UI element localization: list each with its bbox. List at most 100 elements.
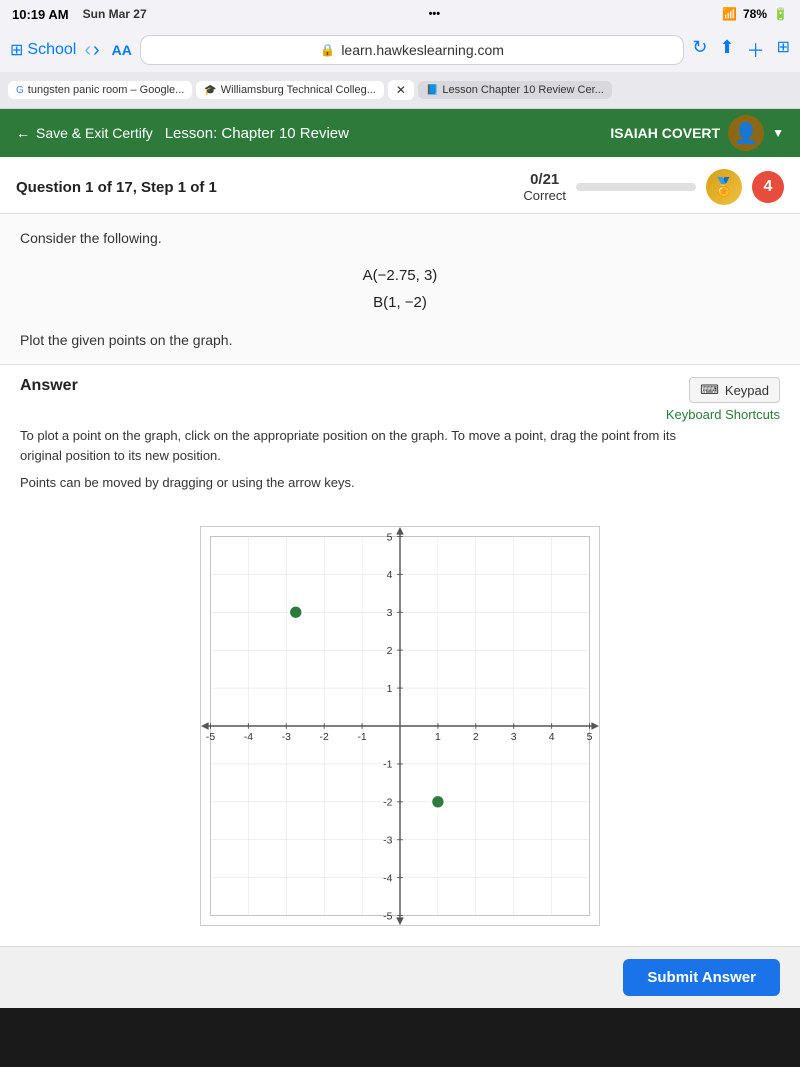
- tab-google-label: tungsten panic room – Google...: [28, 84, 185, 96]
- question-body: Consider the following. A(−2.75, 3) B(1,…: [0, 214, 800, 365]
- svg-text:-3: -3: [282, 732, 291, 743]
- svg-text:-1: -1: [383, 760, 392, 771]
- svg-text:3: 3: [387, 608, 393, 619]
- svg-text:-5: -5: [206, 732, 215, 743]
- tab-lesson[interactable]: 📘 Lesson Chapter 10 Review Cer...: [418, 81, 612, 99]
- points-list: A(−2.75, 3) B(1, −2): [20, 262, 780, 316]
- back-button[interactable]: ‹: [84, 39, 91, 62]
- battery-percent: 78%: [743, 7, 767, 21]
- y-axis-down-arrow: [396, 917, 404, 925]
- svg-text:-2: -2: [320, 732, 329, 743]
- svg-text:-1: -1: [357, 732, 366, 743]
- svg-text:2: 2: [473, 732, 479, 743]
- svg-text:1: 1: [435, 732, 441, 743]
- x-axis-left-arrow: [201, 722, 209, 730]
- save-exit-button[interactable]: ← Save & Exit Certify: [16, 125, 153, 141]
- url-text: learn.hawkeslearning.com: [341, 42, 504, 58]
- consider-text: Consider the following.: [20, 230, 780, 246]
- save-exit-label: Save & Exit Certify: [36, 125, 153, 141]
- score-value: 0/21: [523, 171, 566, 188]
- heart-count: 4: [764, 178, 773, 196]
- google-tab-icon: G: [16, 85, 24, 96]
- answer-label: Answer: [20, 377, 78, 395]
- plot-instruction: Plot the given points on the graph.: [20, 332, 780, 348]
- url-bar[interactable]: 🔒 learn.hawkeslearning.com: [140, 35, 685, 65]
- svg-text:-2: -2: [383, 798, 392, 809]
- progress-bar-container: [576, 183, 696, 191]
- new-tab-button[interactable]: ＋: [747, 37, 765, 63]
- browser-toolbar: ⊞ School ‹ › AA 🔒 learn.hawkeslearning.c…: [0, 28, 800, 72]
- tabs-bar: G tungsten panic room – Google... 🎓 Will…: [0, 72, 800, 108]
- grid-icon: ⊞: [10, 40, 23, 60]
- question-info: Question 1 of 17, Step 1 of 1: [16, 179, 217, 196]
- dropdown-arrow-icon[interactable]: ▼: [772, 126, 784, 140]
- aa-button[interactable]: AA: [112, 42, 132, 58]
- submit-answer-button[interactable]: Submit Answer: [623, 959, 780, 996]
- share-button[interactable]: ⬆: [720, 37, 735, 63]
- tab-close-tab[interactable]: ✕: [388, 80, 414, 100]
- answer-tools: ⌨ Keypad Keyboard Shortcuts: [666, 377, 780, 422]
- school-back-button[interactable]: ⊞ School: [10, 40, 76, 60]
- browser-actions: ↻ ⬆ ＋ ⊞: [692, 37, 790, 63]
- y-axis-up-arrow: [396, 527, 404, 535]
- medal-icon: 🏅: [706, 169, 742, 205]
- score-section: 0/21 Correct 🏅 4: [523, 169, 784, 205]
- point-a-dot[interactable]: [289, 606, 302, 619]
- tab-williamsburg-label: Williamsburg Technical Colleg...: [221, 84, 376, 96]
- battery-icon: 🔋: [773, 7, 788, 21]
- lock-icon: 🔒: [320, 43, 335, 57]
- score-display: 0/21 Correct: [523, 171, 566, 203]
- app-header: ← Save & Exit Certify Lesson: Chapter 10…: [0, 109, 800, 157]
- close-tab-icon: ✕: [396, 83, 406, 97]
- hearts-badge: 4: [752, 171, 784, 203]
- svg-text:4: 4: [387, 570, 393, 581]
- coordinate-graph[interactable]: x y -5 -4 -3 -2 -1 1 2 3: [200, 526, 600, 926]
- svg-text:5: 5: [587, 732, 593, 743]
- svg-text:1: 1: [387, 684, 393, 695]
- svg-text:-5: -5: [383, 911, 392, 922]
- svg-text:-4: -4: [244, 732, 253, 743]
- keypad-icon: ⌨: [700, 382, 719, 398]
- tab-lesson-label: Lesson Chapter 10 Review Cer...: [442, 84, 603, 96]
- tabs-button[interactable]: ⊞: [777, 37, 790, 63]
- forward-button[interactable]: ›: [93, 39, 100, 62]
- instructions-text: To plot a point on the graph, click on t…: [20, 426, 700, 465]
- status-time: 10:19 AM: [12, 7, 69, 22]
- x-axis-right-arrow: [591, 722, 599, 730]
- score-label: Correct: [523, 188, 566, 203]
- status-right: 📶 78% 🔋: [722, 7, 788, 21]
- svg-text:5: 5: [387, 532, 393, 543]
- answer-section: Answer ⌨ Keypad Keyboard Shortcuts To pl…: [0, 365, 800, 516]
- svg-text:-4: -4: [383, 873, 392, 884]
- keyboard-shortcuts-link[interactable]: Keyboard Shortcuts: [666, 407, 780, 422]
- keypad-label: Keypad: [725, 383, 769, 398]
- user-avatar: 👤: [728, 115, 764, 151]
- browser-chrome: ⊞ School ‹ › AA 🔒 learn.hawkeslearning.c…: [0, 28, 800, 109]
- graph-container[interactable]: x y -5 -4 -3 -2 -1 1 2 3: [0, 516, 800, 946]
- dragging-note: Points can be moved by dragging or using…: [20, 475, 780, 490]
- header-right: ISAIAH COVERT 👤 ▼: [610, 115, 784, 151]
- question-header: Question 1 of 17, Step 1 of 1 0/21 Corre…: [0, 157, 800, 214]
- svg-text:3: 3: [511, 732, 517, 743]
- tab-williamsburg[interactable]: 🎓 Williamsburg Technical Colleg...: [196, 81, 384, 99]
- keypad-button[interactable]: ⌨ Keypad: [689, 377, 780, 403]
- tab-google[interactable]: G tungsten panic room – Google...: [8, 81, 192, 99]
- refresh-button[interactable]: ↻: [692, 37, 707, 63]
- lesson-title: Lesson: Chapter 10 Review: [165, 125, 349, 142]
- point-b: B(1, −2): [20, 289, 780, 316]
- back-arrow-icon: ←: [16, 125, 30, 141]
- point-a: A(−2.75, 3): [20, 262, 780, 289]
- svg-text:4: 4: [549, 732, 555, 743]
- status-date: Sun Mar 27: [83, 7, 147, 21]
- svg-text:-3: -3: [383, 836, 392, 847]
- williamsburg-tab-icon: 🎓: [204, 85, 216, 96]
- svg-text:2: 2: [387, 646, 393, 657]
- header-left: ← Save & Exit Certify Lesson: Chapter 10…: [16, 125, 349, 142]
- status-bar: 10:19 AM Sun Mar 27 ••• 📶 78% 🔋: [0, 0, 800, 28]
- main-content: Question 1 of 17, Step 1 of 1 0/21 Corre…: [0, 157, 800, 1008]
- submit-section: Submit Answer: [0, 946, 800, 1008]
- browser-nav-buttons: ‹ ›: [84, 39, 99, 62]
- answer-header: Answer ⌨ Keypad Keyboard Shortcuts: [20, 377, 780, 422]
- point-b-dot[interactable]: [431, 795, 444, 808]
- wifi-icon: 📶: [722, 7, 737, 21]
